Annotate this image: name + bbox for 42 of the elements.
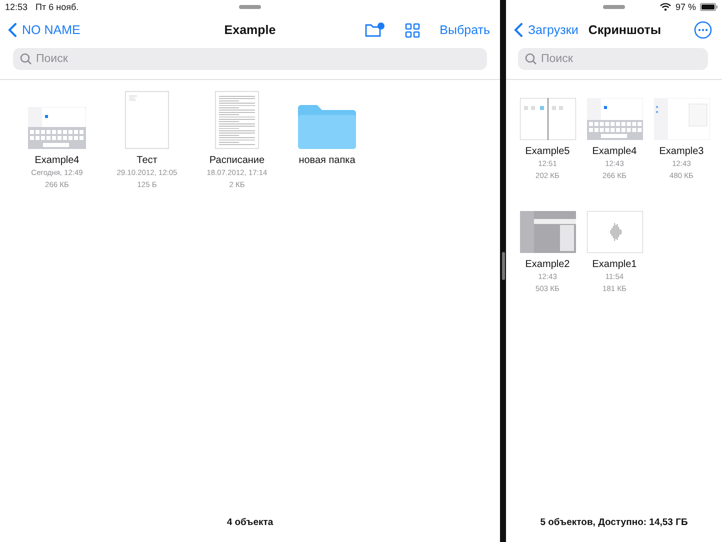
file-name: Тест (136, 154, 158, 167)
item-count: 5 объектов, Доступно: 14,53 ГБ (539, 517, 689, 530)
screenshot-thumbnail[interactable] (520, 211, 576, 253)
battery-percent: 97 % (675, 2, 696, 12)
grabber-handle[interactable] (603, 5, 625, 9)
file-name: Example1 (592, 258, 637, 271)
battery-icon (700, 3, 718, 11)
file-name: Example4 (592, 145, 637, 158)
select-button[interactable]: Выбрать (440, 23, 490, 37)
search-field[interactable]: Поиск (13, 48, 487, 70)
grid-view-icon[interactable] (404, 22, 420, 38)
screenshot-thumbnail[interactable] (586, 98, 642, 140)
screenshot-thumbnail[interactable] (28, 107, 86, 149)
screenshot-thumbnail[interactable] (586, 211, 642, 253)
status-time: 12:53 (5, 2, 28, 12)
back-link[interactable]: NO NAME (8, 23, 80, 37)
file-name: Example3 (659, 145, 704, 158)
chevron-left-icon (8, 23, 17, 37)
new-folder-icon[interactable] (364, 22, 385, 38)
document-thumbnail[interactable] (125, 91, 169, 149)
item-count: 4 объекта (226, 517, 274, 530)
file-name: Example4 (34, 154, 80, 167)
screenshot-thumbnail[interactable] (520, 98, 576, 140)
folder-title: Example (224, 23, 276, 37)
folder-title: Скриншоты (588, 23, 662, 37)
more-icon[interactable] (694, 21, 712, 39)
grabber-handle[interactable] (239, 5, 261, 9)
search-icon (525, 53, 537, 65)
document-thumbnail[interactable] (215, 91, 259, 149)
file-name: новая папка (298, 154, 356, 167)
back-link[interactable]: Загрузки (514, 23, 578, 37)
chevron-left-icon (514, 23, 523, 37)
folder-icon[interactable] (298, 105, 356, 149)
file-name: Example2 (525, 258, 570, 271)
file-name: Example5 (525, 145, 570, 158)
file-name: Расписание (209, 154, 265, 167)
screenshot-thumbnail[interactable] (654, 98, 710, 140)
wifi-icon (660, 3, 672, 11)
search-icon (20, 53, 32, 65)
split-handle[interactable] (502, 252, 504, 280)
status-date: Пт 6 нояб. (36, 2, 79, 12)
search-field[interactable]: Поиск (518, 48, 708, 70)
